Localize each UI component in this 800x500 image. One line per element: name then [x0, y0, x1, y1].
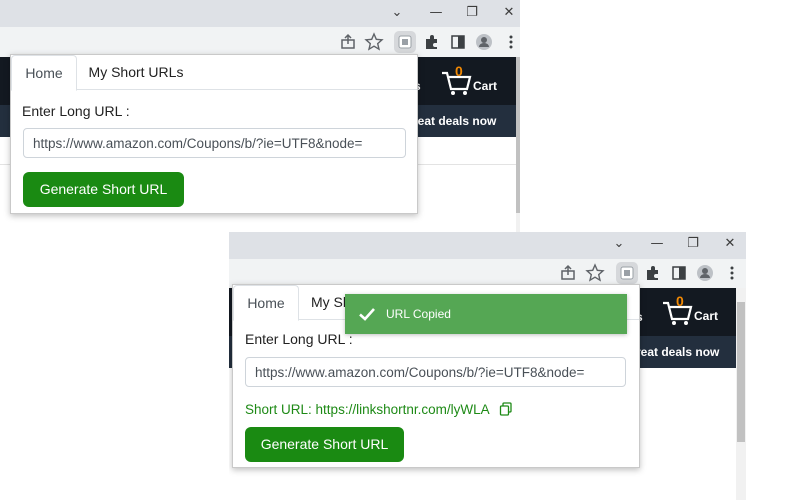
- toast-message: URL Copied: [386, 307, 451, 321]
- long-url-input[interactable]: https://www.amazon.com/Coupons/b/?ie=UTF…: [245, 357, 626, 387]
- short-url-line: Short URL: https://linkshortnr.com/lyWLA: [245, 402, 513, 419]
- cart-count: 0: [455, 63, 463, 79]
- side-panel-icon[interactable]: [447, 31, 469, 53]
- short-url-label: Short URL:: [245, 402, 312, 417]
- restore-button[interactable]: ❐: [681, 232, 705, 256]
- short-url-link[interactable]: https://linkshortnr.com/lyWLA: [316, 402, 489, 417]
- scrollbar-thumb[interactable]: [516, 57, 520, 213]
- tab-home[interactable]: Home: [11, 55, 77, 91]
- extension-icon[interactable]: [394, 31, 416, 53]
- extension-popup: Home My Short URLs Enter Long URL : http…: [10, 54, 418, 214]
- long-url-input[interactable]: https://www.amazon.com/Coupons/b/?ie=UTF…: [23, 128, 406, 158]
- more-vert-icon[interactable]: [721, 262, 743, 284]
- star-icon[interactable]: [363, 31, 385, 53]
- title-bar: ⌄ — ❐ ✕: [0, 0, 520, 27]
- share-icon[interactable]: [337, 31, 359, 53]
- minimize-button[interactable]: —: [424, 1, 448, 25]
- close-button[interactable]: ✕: [497, 1, 520, 25]
- tab-search-dropdown-button[interactable]: ⌄: [607, 232, 631, 256]
- long-url-label: Enter Long URL :: [22, 103, 130, 119]
- cart-link[interactable]: 0 Cart: [440, 63, 510, 97]
- subnav-text[interactable]: reat deals now: [636, 345, 719, 359]
- side-panel-icon[interactable]: [668, 262, 690, 284]
- profile-icon[interactable]: [694, 262, 716, 284]
- url-copied-toast: URL Copied: [345, 294, 627, 334]
- star-icon[interactable]: [584, 262, 606, 284]
- profile-icon[interactable]: [473, 31, 495, 53]
- generate-short-url-button[interactable]: Generate Short URL: [245, 427, 404, 462]
- scrollbar[interactable]: [516, 57, 520, 232]
- browser-window-top: ⌄ — ❐ ✕ s 0 Cart reat deals now Home My …: [0, 0, 520, 232]
- share-icon[interactable]: [557, 262, 579, 284]
- long-url-label: Enter Long URL :: [245, 331, 353, 347]
- tab-my-short-urls[interactable]: My Short URLs: [77, 55, 195, 89]
- copy-icon[interactable]: [499, 402, 513, 419]
- extension-icon[interactable]: [616, 262, 638, 284]
- cart-count: 0: [676, 293, 684, 309]
- cart-label: Cart: [473, 79, 498, 93]
- generate-short-url-button[interactable]: Generate Short URL: [23, 172, 184, 207]
- puzzle-icon[interactable]: [642, 262, 664, 284]
- browser-window-bottom: ⌄ — ❐ ✕ s 0 Cart reat deals now Home My …: [229, 232, 746, 500]
- scrollbar-thumb[interactable]: [737, 302, 745, 442]
- restore-button[interactable]: ❐: [460, 1, 484, 25]
- tab-search-dropdown-button[interactable]: ⌄: [385, 1, 409, 25]
- subnav-text[interactable]: reat deals now: [413, 114, 496, 128]
- cart-label: Cart: [694, 309, 719, 323]
- cart-link[interactable]: 0 Cart: [661, 293, 731, 327]
- popup-tabs: Home My Short URLs: [11, 55, 417, 91]
- check-icon: [359, 308, 375, 321]
- tab-home[interactable]: Home: [233, 285, 299, 321]
- more-vert-icon[interactable]: [500, 31, 520, 53]
- scrollbar[interactable]: [736, 288, 746, 500]
- close-button[interactable]: ✕: [718, 232, 742, 256]
- title-bar: ⌄ — ❐ ✕: [229, 232, 746, 259]
- puzzle-icon[interactable]: [421, 31, 443, 53]
- minimize-button[interactable]: —: [645, 232, 669, 256]
